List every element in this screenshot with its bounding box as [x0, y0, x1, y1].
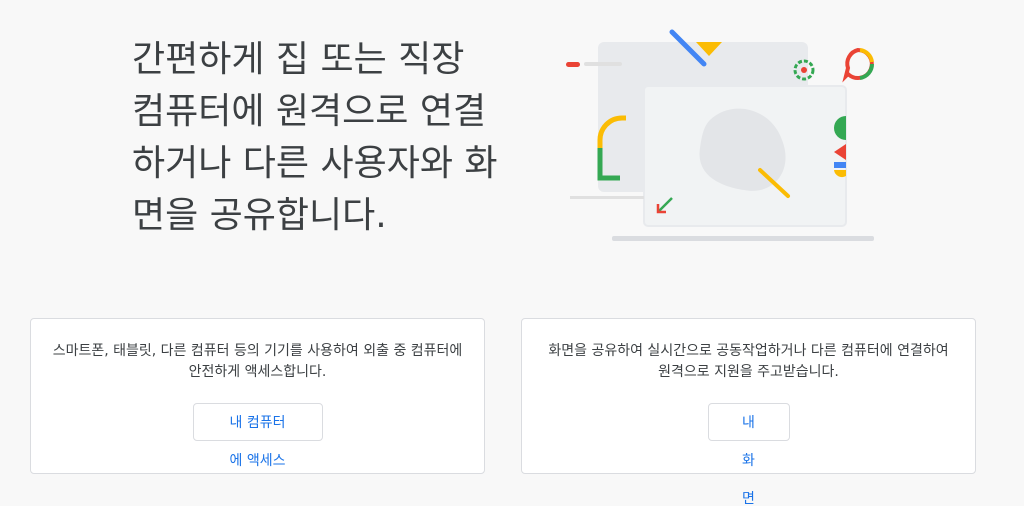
access-computer-card: 스마트폰, 태블릿, 다른 컴퓨터 등의 기기를 사용하여 외출 중 컴퓨터에 … [30, 318, 485, 474]
chat-bubble-icon [842, 47, 875, 83]
share-screen-card: 화면을 공유하여 실시간으로 공동작업하거나 다른 컴퓨터에 연결하여 원격으로… [521, 318, 976, 506]
access-my-computer-button[interactable]: 내 컴퓨터에 액세스 [192, 403, 323, 469]
hero-title: 간편하게 집 또는 직장 컴퓨터에 원격으로 연결 하거나 다른 사용자와 화 … [132, 39, 498, 236]
remote-desktop-illustration [566, 29, 875, 241]
access-computer-description: 스마트폰, 태블릿, 다른 컴퓨터 등의 기기를 사용하여 외출 중 컴퓨터에 … [52, 343, 463, 380]
share-my-screen-button[interactable]: 내 화면 공유 [707, 403, 790, 506]
page: 간편하게 집 또는 직장 컴퓨터에 원격으로 연결 하거나 다른 사용자와 화 … [0, 0, 1024, 506]
share-screen-description: 화면을 공유하여 실시간으로 공동작업하거나 다른 컴퓨터에 연결하여 원격으로… [548, 343, 949, 380]
